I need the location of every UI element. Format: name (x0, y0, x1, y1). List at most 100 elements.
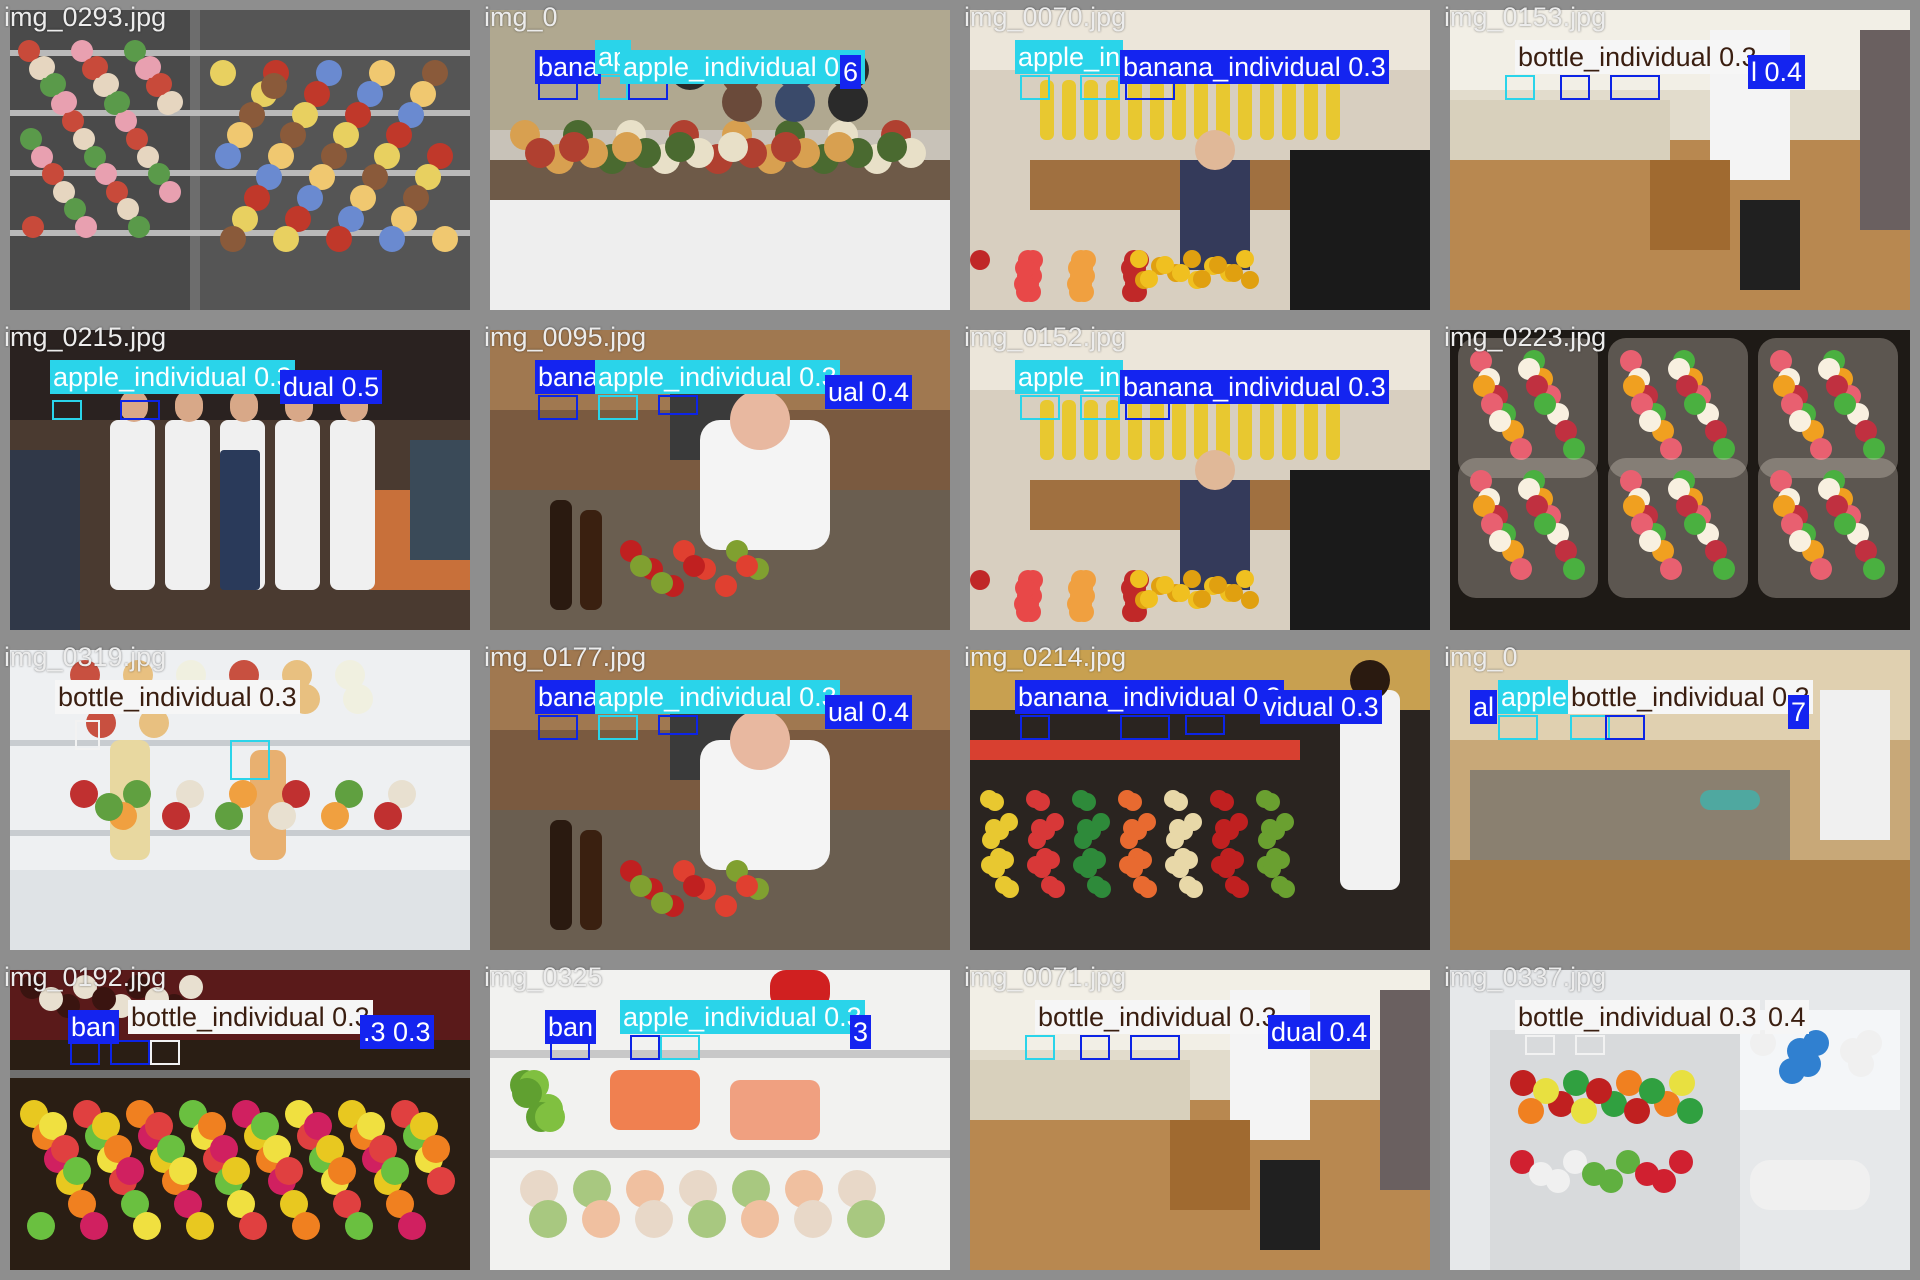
detection-label: l 0.4 (1748, 55, 1806, 89)
tile-filename: img_0223.jpg (1444, 322, 1607, 352)
detection-label: apple (1498, 680, 1571, 714)
mosaic-tile: bottle_individual 0.3 dual 0.4 img_0071.jp… (960, 960, 1440, 1280)
detection-label: apple_individual 0.3 (620, 50, 865, 84)
detection-box (1080, 75, 1120, 100)
detection-label: bana (535, 50, 602, 84)
detection-box (75, 720, 100, 750)
detection-box (1570, 715, 1610, 740)
detection-label: dual 0.5 (280, 370, 383, 404)
detection-label: .3 0.3 (360, 1015, 434, 1049)
detection-box (1185, 715, 1225, 735)
tile-filename: img_0 (484, 2, 558, 32)
mosaic-tile: bana apple_individual 0.3 ual 0.4 img_0095.… (480, 320, 960, 640)
detection-box (1080, 395, 1120, 420)
detection-box (1080, 1035, 1110, 1060)
tile-filename: img_0 (1444, 642, 1518, 672)
detection-label: apple_in (1015, 360, 1124, 394)
detection-box (538, 715, 578, 740)
detection-box (658, 715, 698, 735)
detection-label: bottle_individual 0.3 (128, 1000, 373, 1034)
detection-box (1020, 75, 1050, 100)
tile-filename: img_0152.jpg (964, 322, 1127, 352)
detection-box (1605, 715, 1645, 740)
detection-label: bottle_individual 0.3 (1568, 680, 1813, 714)
detection-box (52, 400, 82, 420)
mosaic-tile: al apple bottle_individual 0.3 7 img_0 (1440, 640, 1920, 960)
detection-label: apple_individual 0.3 (595, 680, 840, 714)
detection-box (1130, 1035, 1180, 1060)
tile-filename: img_0214.jpg (964, 642, 1127, 672)
detection-box (1020, 715, 1050, 740)
detection-label: 7 (1788, 695, 1810, 729)
detection-label: 0.4 (1765, 1000, 1809, 1034)
detection-label: ual 0.4 (825, 375, 913, 409)
tile-photo (10, 10, 470, 310)
mosaic-tile: apple_in banana_individual 0.3 img_0152.jp… (960, 320, 1440, 640)
detection-box (1505, 75, 1535, 100)
detection-label: banana_individual 0.3 (1015, 680, 1284, 714)
mosaic-tile: img_0223.jpg (1440, 320, 1920, 640)
tile-filename: img_0337.jpg (1444, 962, 1607, 992)
detection-box (630, 1035, 660, 1060)
mosaic-tile: banana_individual 0.3 vidual 0.3 img_0214.… (960, 640, 1440, 960)
detection-box (150, 1040, 180, 1065)
detection-box (658, 395, 698, 415)
mosaic-tile: img_0293.jpg (0, 0, 480, 320)
mosaic-tile: bottle_individual 0.3 l 0.4 img_0153.jpg (1440, 0, 1920, 320)
detection-label: apple_individual 0.3 (620, 1000, 865, 1034)
tile-filename: img_0293.jpg (4, 2, 167, 32)
detection-label: 6 (840, 55, 862, 89)
mosaic-tile: ban apple_individual 0.3 3 img_0325 (480, 960, 960, 1280)
detection-box (1020, 395, 1060, 420)
detection-box (1610, 75, 1660, 100)
detection-label: al (1470, 690, 1498, 724)
tile-filename: img_0319.jpg (4, 642, 167, 672)
detection-label: apple_individual 0.3 (595, 360, 840, 394)
detection-label: bottle_individual 0.3 (1515, 1000, 1760, 1034)
tile-filename: img_0215.jpg (4, 322, 167, 352)
tile-photo (1450, 330, 1910, 630)
detection-box (230, 740, 270, 780)
detection-label: banana_individual 0.3 (1120, 50, 1389, 84)
detection-box (1025, 1035, 1055, 1060)
detection-label: banana_individual 0.3 (1120, 370, 1389, 404)
mosaic-tile: bana apple_individual 0.3 ual 0.4 img_0177.… (480, 640, 960, 960)
mosaic-tile: bana ap apple_individual 0.3 6 img_0 (480, 0, 960, 320)
mosaic-tile: bottle_individual 0.3 0.4 img_0337.jpg (1440, 960, 1920, 1280)
mosaic-tile: apple_individual 0.3 dual 0.5 img_0215.jpg (0, 320, 480, 640)
mosaic-tile: apple_in banana_individual 0.3 img_0070.jp… (960, 0, 1440, 320)
detection-box (598, 395, 638, 420)
detection-box (120, 400, 160, 420)
mosaic-tile: ban bottle_individual 0.3.3 0.3 img_0192.j… (0, 960, 480, 1280)
detection-label: bana (535, 680, 602, 714)
detection-label: bottle_individual 0.3 (1035, 1000, 1280, 1034)
detection-label: bottle_individual 0.3 (55, 680, 300, 714)
detection-label: ual 0.4 (825, 695, 913, 729)
tile-filename: img_0153.jpg (1444, 2, 1607, 32)
mosaic-grid: img_0293.jpg bana ap apple_individual 0.3 6 i… (0, 0, 1920, 1280)
detection-box (660, 1035, 700, 1060)
detection-box (1525, 1035, 1555, 1055)
detection-label: apple_individual 0.3 (50, 360, 295, 394)
tile-filename: img_0177.jpg (484, 642, 647, 672)
tile-filename: img_0325 (484, 962, 603, 992)
detection-box (598, 715, 638, 740)
detection-box (1560, 75, 1590, 100)
detection-label: vidual 0.3 (1260, 690, 1382, 724)
detection-box (1120, 715, 1170, 740)
detection-label: bottle_individual 0.3 (1515, 40, 1760, 74)
detection-box (1575, 1035, 1605, 1055)
detection-label: 3 (850, 1015, 872, 1049)
tile-filename: img_0192.jpg (4, 962, 167, 992)
detection-label: apple_in (1015, 40, 1124, 74)
detection-label: bana (535, 360, 602, 394)
tile-filename: img_0070.jpg (964, 2, 1127, 32)
detection-label: ban (545, 1010, 597, 1044)
mosaic-tile: bottle_individual 0.3 img_0319.jpg (0, 640, 480, 960)
detection-label: ban (68, 1010, 120, 1044)
detection-label: dual 0.4 (1268, 1015, 1371, 1049)
tile-filename: img_0095.jpg (484, 322, 647, 352)
tile-filename: img_0071.jpg (964, 962, 1127, 992)
detection-box (1498, 715, 1538, 740)
detection-box (538, 395, 578, 420)
